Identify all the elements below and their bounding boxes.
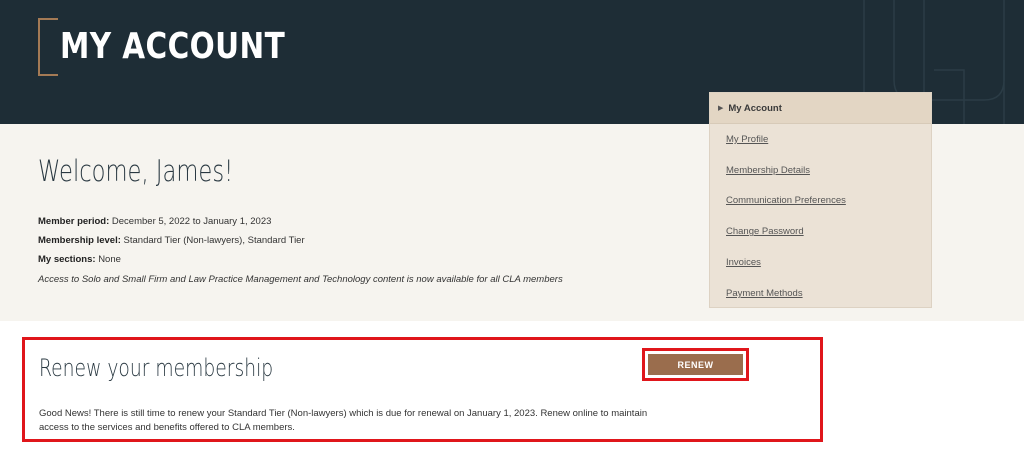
menu-item-membership-details[interactable]: Membership Details (710, 155, 931, 186)
menu-item-invoices[interactable]: Invoices (710, 247, 931, 278)
menu-item-my-account[interactable]: ▶ My Account (710, 93, 931, 124)
menu-item-payment-methods[interactable]: Payment Methods (710, 278, 931, 309)
member-period: Member period: December 5, 2022 to Janua… (38, 216, 271, 227)
renew-description: Good News! There is still time to renew … (39, 408, 648, 433)
my-sections: My sections: None (38, 254, 121, 265)
membership-level-label: Membership level: (38, 235, 121, 246)
my-sections-label: My sections: (38, 254, 96, 265)
welcome-heading: Welcome, James! (38, 154, 234, 188)
access-note: Access to Solo and Small Firm and Law Pr… (38, 274, 563, 285)
menu-item-my-profile[interactable]: My Profile (710, 124, 931, 155)
page-title: MY ACCOUNT (60, 26, 286, 67)
renew-button-highlight: RENEW (642, 348, 749, 381)
menu-item-change-password[interactable]: Change Password (710, 216, 931, 247)
menu-item-communication-preferences[interactable]: Communication Preferences (710, 186, 931, 217)
header-bracket-decoration (38, 18, 58, 76)
membership-level: Membership level: Standard Tier (Non-law… (38, 235, 305, 246)
page: MY ACCOUNT Welcome, James! Member period… (0, 0, 1024, 467)
account-side-menu: ▶ My Account My Profile Membership Detai… (709, 92, 932, 308)
renew-button[interactable]: RENEW (648, 354, 743, 375)
renew-heading: Renew your membership (39, 354, 274, 382)
member-period-value: December 5, 2022 to January 1, 2023 (111, 216, 272, 227)
menu-item-my-account-label: My Account (728, 102, 782, 114)
member-period-label: Member period: (38, 216, 110, 227)
my-sections-value: None (98, 254, 121, 265)
caret-right-icon: ▶ (718, 105, 724, 112)
renew-membership-panel: Renew your membership RENEW Good News! T… (22, 337, 823, 442)
membership-level-value: Standard Tier (Non-lawyers), Standard Ti… (123, 235, 305, 246)
